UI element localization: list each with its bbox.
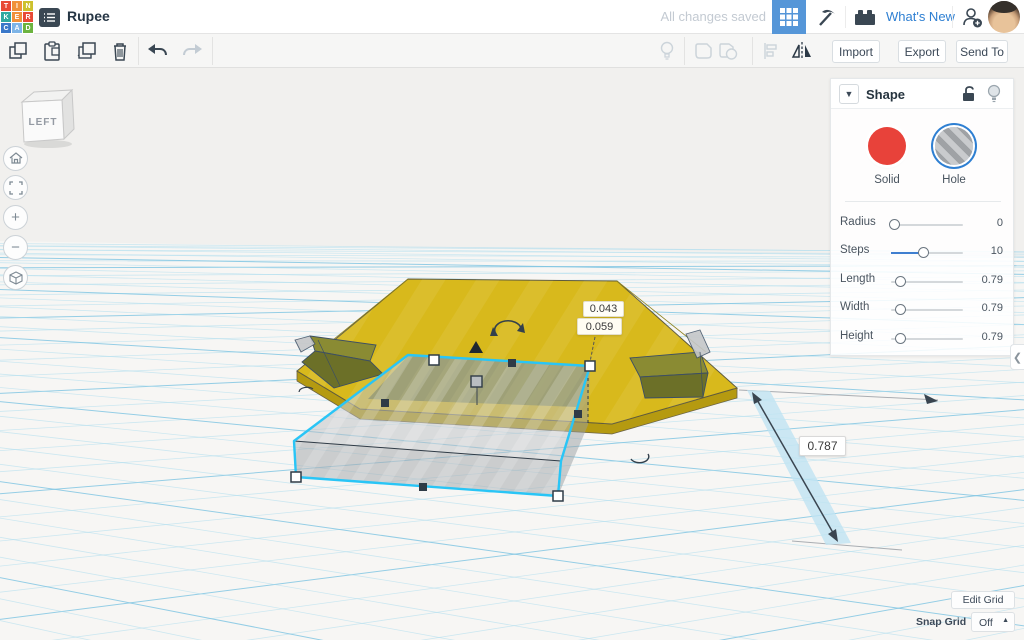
slider-row-height: Height 0.79 xyxy=(840,330,1003,344)
snap-grid-dropdown[interactable]: Off ▲ xyxy=(971,612,1015,632)
home-view-button[interactable] xyxy=(3,146,28,171)
workplane-light-button[interactable] xyxy=(655,40,679,62)
hide-lightbulb-icon[interactable] xyxy=(987,84,1001,108)
paste-button[interactable] xyxy=(40,40,64,62)
steps-value: 10 xyxy=(990,245,1003,257)
fit-view-button[interactable] xyxy=(3,175,28,200)
radius-slider-handle[interactable] xyxy=(889,219,900,230)
solid-material-swatch[interactable] xyxy=(868,127,906,165)
minecraft-pickaxe-icon[interactable] xyxy=(810,0,844,34)
tinkercad-logo[interactable]: TIN KER CAD xyxy=(0,0,34,34)
height-slider-handle[interactable] xyxy=(895,333,906,344)
length-slider[interactable] xyxy=(891,276,963,287)
panel-collapse-tab[interactable]: ❮ xyxy=(1010,344,1024,370)
edit-grid-button[interactable]: Edit Grid xyxy=(951,591,1015,609)
hole-material-swatch[interactable] xyxy=(935,127,973,165)
shape-panel-header: ▼ Shape xyxy=(831,79,1013,109)
panel-dropdown-button[interactable]: ▼ xyxy=(839,84,859,104)
save-status: All changes saved xyxy=(660,9,766,24)
copy-button[interactable] xyxy=(6,40,30,62)
group-button[interactable] xyxy=(692,40,716,62)
slider-row-width: Width 0.79 xyxy=(840,301,1003,315)
undo-button[interactable] xyxy=(146,40,170,62)
snap-grid-value: Off xyxy=(979,617,993,629)
tinkercad-app: 0.043 0.059 0.787 LEFT + − Edit Grid Sna… xyxy=(0,0,1024,640)
width-slider-handle[interactable] xyxy=(895,304,906,315)
whats-new-link[interactable]: What's New xyxy=(886,9,955,24)
zoom-out-button[interactable]: − xyxy=(3,235,28,260)
solid-label: Solid xyxy=(874,174,900,186)
hole-label: Hole xyxy=(942,174,966,186)
perspective-toggle-button[interactable] xyxy=(3,265,28,290)
panel-title: Shape xyxy=(866,87,906,102)
mirror-button[interactable] xyxy=(790,40,814,62)
chevron-up-icon: ▲ xyxy=(1002,617,1009,624)
width-value: 0.79 xyxy=(981,302,1003,314)
export-button[interactable]: Export xyxy=(898,40,946,63)
measurement-label-bottom[interactable]: 0.059 xyxy=(577,318,622,335)
zoom-in-button[interactable]: + xyxy=(3,205,28,230)
chevron-down-icon: ▼ xyxy=(844,89,854,99)
measurement-label-diagonal[interactable]: 0.787 xyxy=(799,436,846,456)
steps-slider-handle[interactable] xyxy=(918,247,929,258)
snap-grid-label: Snap Grid xyxy=(916,616,967,628)
length-value: 0.79 xyxy=(981,274,1003,286)
height-value: 0.79 xyxy=(981,331,1003,343)
brick-lego-icon[interactable] xyxy=(848,0,882,34)
ungroup-button[interactable] xyxy=(716,40,740,62)
redo-button[interactable] xyxy=(180,40,204,62)
edit-toolbar: Import Export Send To xyxy=(0,34,1024,68)
slider-row-length: Length 0.79 xyxy=(840,273,1003,287)
align-button[interactable] xyxy=(760,40,784,62)
design-properties-icon[interactable] xyxy=(39,8,60,27)
import-button[interactable]: Import xyxy=(832,40,880,63)
user-avatar[interactable] xyxy=(988,1,1020,33)
design-title[interactable]: Rupee xyxy=(67,8,110,24)
delete-button[interactable] xyxy=(108,40,132,62)
send-to-button[interactable]: Send To xyxy=(956,40,1008,63)
panel-divider xyxy=(845,201,1001,202)
dashboard-grid-button[interactable] xyxy=(772,0,806,34)
radius-value: 0 xyxy=(996,217,1003,229)
duplicate-button[interactable] xyxy=(74,40,98,62)
width-slider[interactable] xyxy=(891,304,963,315)
shape-inspector-panel: ▼ Shape Solid Hole Radius 0 Steps 10 Len… xyxy=(830,78,1014,356)
add-person-icon[interactable] xyxy=(955,0,989,34)
slider-row-radius: Radius 0 xyxy=(840,216,1003,230)
height-slider[interactable] xyxy=(891,333,963,344)
measurement-label-top[interactable]: 0.043 xyxy=(583,301,624,317)
view-cube-face-label: LEFT xyxy=(29,117,58,128)
view-cube[interactable]: LEFT xyxy=(8,84,84,152)
length-slider-handle[interactable] xyxy=(895,276,906,287)
radius-slider[interactable] xyxy=(889,219,963,230)
top-bar: TIN KER CAD Rupee All changes saved What… xyxy=(0,0,1024,34)
steps-slider[interactable] xyxy=(891,247,963,258)
slider-row-steps: Steps 10 xyxy=(840,244,1003,258)
unlock-icon[interactable] xyxy=(961,85,976,107)
